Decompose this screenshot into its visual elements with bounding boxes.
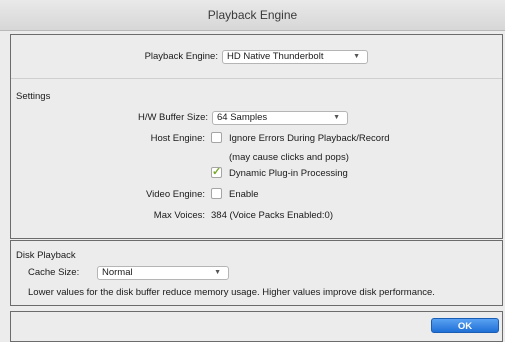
engine-settings-panel: Playback Engine: HD Native Thunderbolt ▼… <box>10 34 503 239</box>
cache-size-select[interactable]: Normal ▼ <box>97 266 229 280</box>
ignore-errors-note: (may cause clicks and pops) <box>229 152 349 163</box>
playback-engine-label: Playback Engine: <box>144 51 218 62</box>
ok-button[interactable]: OK <box>431 318 499 333</box>
disk-playback-panel: Disk Playback Cache Size: Normal ▼ Lower… <box>10 240 503 306</box>
divider <box>11 78 502 79</box>
button-bar <box>10 311 503 342</box>
ignore-errors-label: Ignore Errors During Playback/Record <box>229 133 390 144</box>
buffer-size-label: H/W Buffer Size: <box>137 112 208 123</box>
host-engine-label: Host Engine: <box>150 133 205 144</box>
cache-size-label: Cache Size: <box>28 267 80 278</box>
chevron-down-icon: ▼ <box>333 114 340 121</box>
disk-note: Lower values for the disk buffer reduce … <box>28 287 435 298</box>
video-engine-label: Video Engine: <box>146 189 205 200</box>
video-engine-enable-label: Enable <box>229 189 259 200</box>
settings-heading: Settings <box>16 91 51 102</box>
max-voices-label: Max Voices: <box>153 210 205 221</box>
playback-engine-value: HD Native Thunderbolt <box>227 51 324 62</box>
disk-playback-heading: Disk Playback <box>16 250 76 261</box>
video-engine-checkbox[interactable] <box>211 188 222 199</box>
chevron-down-icon: ▼ <box>214 269 221 276</box>
max-voices-value: 384 (Voice Packs Enabled:0) <box>211 210 333 221</box>
dynamic-processing-checkbox[interactable]: ✓ <box>211 166 222 178</box>
playback-engine-select[interactable]: HD Native Thunderbolt ▼ <box>222 50 368 64</box>
checkmark-icon: ✓ <box>212 166 222 178</box>
cache-size-value: Normal <box>102 267 133 278</box>
buffer-size-value: 64 Samples <box>217 112 268 123</box>
ignore-errors-checkbox[interactable] <box>211 132 222 143</box>
window-title: Playback Engine <box>0 0 505 31</box>
chevron-down-icon: ▼ <box>353 53 360 60</box>
dynamic-processing-label: Dynamic Plug-in Processing <box>229 168 348 179</box>
buffer-size-select[interactable]: 64 Samples ▼ <box>212 111 348 125</box>
